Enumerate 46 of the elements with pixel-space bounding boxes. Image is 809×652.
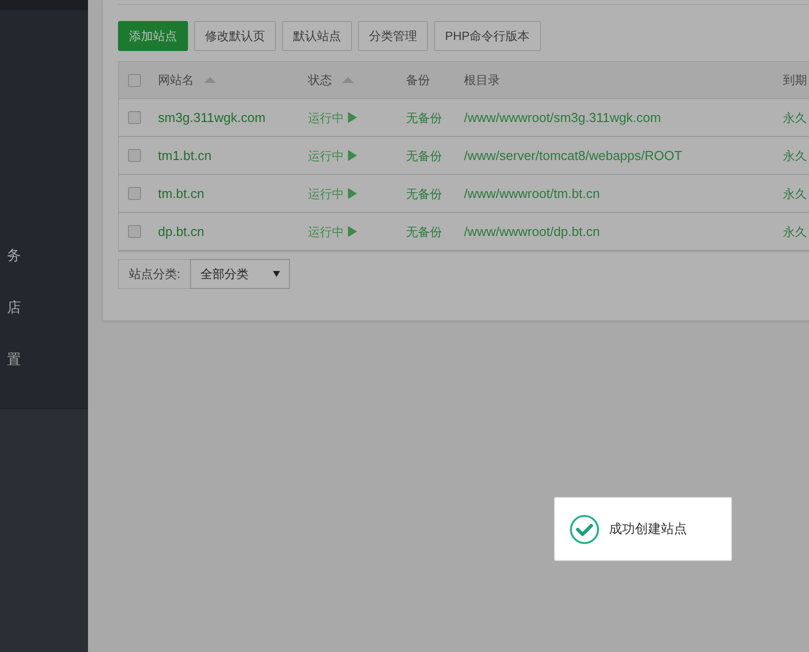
expiry-text[interactable]: 永久 <box>783 110 807 124</box>
play-icon <box>348 188 357 199</box>
root-path-link[interactable]: /www/wwwroot/tm.bt.cn <box>464 186 600 201</box>
backup-link[interactable]: 无备份 <box>406 110 442 124</box>
column-header: 备份 <box>406 72 430 89</box>
column-header: 到期 <box>783 72 807 89</box>
toolbar-button[interactable]: 添加站点 <box>118 21 188 51</box>
checkbox[interactable] <box>128 187 140 200</box>
site-name-link[interactable]: sm3g.311wgk.com <box>158 110 266 125</box>
sidebar-item[interactable]: 置 <box>7 349 21 370</box>
play-icon <box>348 112 357 123</box>
root-path-link[interactable]: /www/server/tomcat8/webapps/ROOT <box>464 148 682 163</box>
site-name-link[interactable]: tm1.bt.cn <box>158 148 212 163</box>
site-name-link[interactable]: tm.bt.cn <box>158 186 204 201</box>
checkbox[interactable] <box>128 225 140 238</box>
column-header: 根目录 <box>464 72 500 89</box>
sidebar-item[interactable]: 务 <box>7 245 21 266</box>
column-header[interactable]: 状态 <box>308 71 332 89</box>
check-circle-icon <box>569 514 600 544</box>
column-header[interactable]: 网站名 <box>158 71 194 89</box>
status-text[interactable]: 运行中 <box>308 108 344 126</box>
toolbar-button[interactable]: 分类管理 <box>358 21 428 51</box>
backup-link[interactable]: 无备份 <box>406 186 442 200</box>
toolbar-button[interactable]: 默认站点 <box>282 21 352 51</box>
checkbox[interactable] <box>128 149 140 162</box>
category-select[interactable]: 全部分类 <box>190 259 290 289</box>
toolbar-button[interactable]: PHP命令行版本 <box>434 21 541 51</box>
root-path-link[interactable]: /www/wwwroot/sm3g.311wgk.com <box>464 110 661 125</box>
toast-message: 成功创建站点 <box>609 520 687 538</box>
sidebar-item[interactable]: 店 <box>7 297 21 318</box>
toolbar-button[interactable]: 修改默认页 <box>194 21 276 51</box>
site-name-link[interactable]: dp.bt.cn <box>158 224 204 239</box>
expiry-text[interactable]: 永久 <box>783 186 807 200</box>
checkbox[interactable] <box>128 74 140 86</box>
status-text[interactable]: 运行中 <box>308 184 344 202</box>
root-path-link[interactable]: /www/wwwroot/dp.bt.cn <box>464 224 600 239</box>
play-icon <box>348 150 357 161</box>
expiry-text[interactable]: 永久 <box>783 148 807 162</box>
backup-link[interactable]: 无备份 <box>406 224 442 238</box>
expiry-text[interactable]: 永久 <box>783 224 807 238</box>
backup-link[interactable]: 无备份 <box>406 148 442 162</box>
status-text[interactable]: 运行中 <box>308 146 344 164</box>
checkbox[interactable] <box>128 111 140 124</box>
caret-down-icon <box>273 271 280 277</box>
play-icon <box>348 226 357 237</box>
status-text[interactable]: 运行中 <box>308 222 344 240</box>
